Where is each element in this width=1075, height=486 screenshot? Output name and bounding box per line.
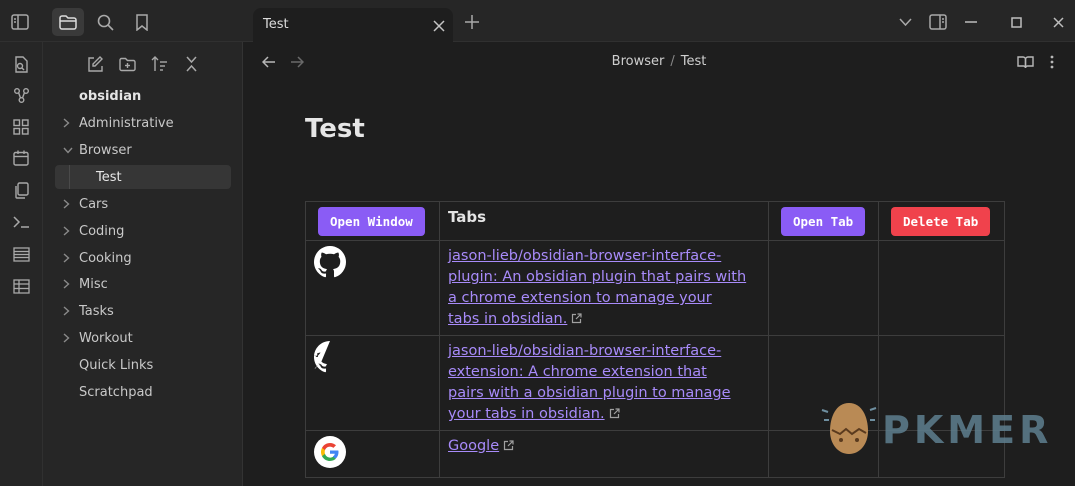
breadcrumb-current[interactable]: Test	[681, 54, 707, 69]
table-cell: Google	[439, 430, 769, 478]
ribbon	[0, 42, 43, 486]
chevron-right-icon	[63, 118, 77, 128]
sidebar-toggle-icon[interactable]	[10, 12, 30, 32]
table-cell	[305, 430, 440, 478]
sidebar-item-browser[interactable]: Browser	[63, 138, 132, 162]
quick-switcher-icon[interactable]	[11, 54, 31, 74]
sidebar-item-cars[interactable]: Cars	[63, 192, 108, 216]
list-view-icon[interactable]	[11, 244, 31, 264]
tab-link-google[interactable]: Google	[448, 438, 499, 454]
vault-name[interactable]: obsidian	[79, 84, 141, 108]
open-window-button[interactable]: Open Window	[318, 207, 425, 236]
github-icon	[314, 246, 346, 282]
chevron-right-icon	[63, 199, 77, 209]
sidebar-item-label: Coding	[79, 223, 125, 239]
external-link-icon	[609, 407, 620, 423]
delete-tab-button[interactable]: Delete Tab	[891, 207, 991, 236]
collapse-all-icon[interactable]	[181, 54, 201, 74]
sidebar-item-label: Cars	[79, 196, 109, 212]
page-title: Test	[305, 114, 365, 144]
table-cell	[878, 240, 1005, 336]
sidebar-item-quick-links[interactable]: Quick Links	[79, 353, 153, 377]
pkmer-logo-icon	[821, 403, 877, 454]
file-explorer: obsidian Administrative Browser Test Car…	[43, 42, 243, 486]
table-icon[interactable]	[11, 276, 31, 296]
table-header-row: Open Window Tabs Open Tab Delete Tab	[305, 201, 1005, 241]
table-header-cell: Tabs	[439, 201, 769, 241]
sidebar-item-administrative[interactable]: Administrative	[63, 111, 174, 135]
table-cell	[768, 240, 879, 336]
table-cell	[305, 240, 440, 336]
chevron-down-icon	[63, 147, 77, 154]
sidebar-item-label: Workout	[79, 330, 133, 346]
indent-guide	[69, 165, 70, 189]
chevron-down-icon[interactable]	[896, 14, 914, 30]
new-folder-icon[interactable]	[117, 54, 137, 74]
breadcrumb-separator: /	[670, 54, 675, 69]
selected-highlight	[55, 165, 231, 189]
table-header-cell: Open Tab	[768, 201, 879, 241]
calendar-icon[interactable]	[11, 148, 31, 168]
sidebar-item-label: Tasks	[79, 303, 114, 319]
chevron-right-icon	[63, 253, 77, 263]
chevron-right-icon	[63, 306, 77, 316]
new-tab-icon[interactable]	[463, 13, 481, 31]
canvas-icon[interactable]	[11, 117, 31, 137]
close-icon[interactable]	[433, 17, 445, 36]
table-cell	[305, 335, 440, 431]
table-row: jason-lieb/obsidian-browser-interface-pl…	[305, 240, 1005, 336]
external-link-icon	[571, 312, 582, 328]
window-close-icon[interactable]	[1049, 13, 1067, 31]
tab-test[interactable]: Test	[253, 8, 453, 42]
chevron-right-icon	[63, 226, 77, 236]
maximize-icon[interactable]	[1007, 13, 1025, 31]
terminal-icon[interactable]	[11, 212, 31, 232]
watermark-text: PKMER	[882, 408, 1053, 452]
chevron-right-icon	[63, 333, 77, 343]
tab-label: Test	[263, 17, 289, 32]
reading-view-icon[interactable]	[1016, 53, 1034, 71]
sidebar-item-label: Browser	[79, 142, 132, 158]
tab-link-extension[interactable]: jason-lieb/obsidian-browser-interface-ex…	[448, 343, 731, 422]
minimize-icon[interactable]	[962, 14, 980, 30]
sidebar-item-misc[interactable]: Misc	[63, 272, 108, 296]
file-explorer-icon[interactable]	[52, 8, 84, 36]
sidebar-item-tasks[interactable]: Tasks	[63, 299, 114, 323]
table-cell: jason-lieb/obsidian-browser-interface-ex…	[439, 335, 769, 431]
table-header-cell: Delete Tab	[878, 201, 1005, 241]
external-link-icon	[503, 439, 514, 455]
google-icon	[314, 436, 346, 472]
bookmark-icon[interactable]	[132, 12, 152, 32]
tab-bar: Test	[243, 0, 1075, 42]
sidebar-item-cooking[interactable]: Cooking	[63, 246, 132, 270]
sidebar-item-workout[interactable]: Workout	[63, 326, 133, 350]
sidebar-item-scratchpad[interactable]: Scratchpad	[79, 380, 153, 404]
breadcrumb: Browser / Test	[243, 54, 1075, 69]
more-options-icon[interactable]	[1043, 53, 1061, 71]
sidebar-item-coding[interactable]: Coding	[63, 219, 124, 243]
tab-link-plugin[interactable]: jason-lieb/obsidian-browser-interface-pl…	[448, 248, 746, 327]
sidebar-item-label: Administrative	[79, 115, 174, 131]
open-tab-button[interactable]: Open Tab	[781, 207, 866, 236]
graph-view-icon[interactable]	[11, 85, 31, 105]
breadcrumb-parent[interactable]: Browser	[612, 54, 665, 69]
titlebar-left	[0, 0, 243, 42]
sidebar-item-label: Misc	[79, 276, 108, 292]
search-icon[interactable]	[95, 12, 115, 32]
sort-icon[interactable]	[149, 54, 169, 74]
chevron-right-icon	[63, 279, 77, 289]
new-note-icon[interactable]	[85, 54, 105, 74]
table-header-cell: Open Window	[305, 201, 440, 241]
sidebar-item-test[interactable]: Test	[96, 165, 122, 189]
table-cell: jason-lieb/obsidian-browser-interface-pl…	[439, 240, 769, 336]
right-sidebar-toggle-icon[interactable]	[927, 12, 949, 32]
github-icon	[311, 341, 346, 377]
sidebar-item-label: Cooking	[79, 250, 132, 266]
tabs-header: Tabs	[448, 208, 487, 226]
pkmer-watermark: PKMER	[820, 400, 1060, 462]
copy-icon[interactable]	[11, 180, 31, 200]
